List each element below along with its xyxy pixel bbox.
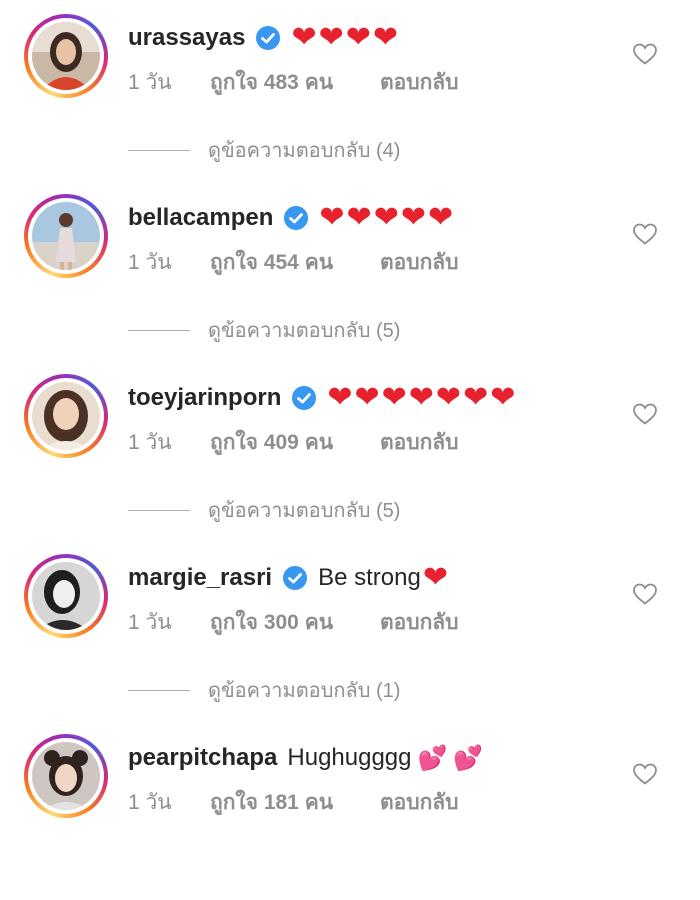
username[interactable]: bellacampen xyxy=(128,204,273,232)
heart-outline-icon[interactable] xyxy=(632,222,658,246)
heart-outline-icon[interactable] xyxy=(632,42,658,66)
comment-list: urassayas ❤ ❤ ❤ ❤ 1 วัน ถูกใจ 483 คน ตอบ… xyxy=(0,0,700,838)
heart-emoji: ❤ xyxy=(400,201,426,234)
view-replies-button[interactable]: ดูข้อความตอบกลับ (5) xyxy=(128,314,400,346)
comment-body: Be strong xyxy=(318,564,421,591)
reply-button[interactable]: ตอบกลับ xyxy=(380,426,459,459)
divider xyxy=(128,689,190,691)
view-replies-button[interactable]: ดูข้อความตอบกลับ (4) xyxy=(128,134,400,166)
divider xyxy=(128,149,190,151)
reply-button[interactable]: ตอบกลับ xyxy=(380,246,459,279)
comment-time: 1 วัน xyxy=(128,791,172,814)
heart-emoji: ❤ xyxy=(463,381,489,414)
avatar[interactable] xyxy=(24,734,108,818)
avatar[interactable] xyxy=(24,194,108,278)
view-replies-label[interactable]: ดูข้อความตอบกลับ (4) xyxy=(208,134,400,166)
verified-badge-icon xyxy=(255,25,281,51)
divider xyxy=(128,509,190,511)
divider xyxy=(128,329,190,331)
avatar-photo-icon xyxy=(32,742,100,810)
heart-outline-icon[interactable] xyxy=(632,402,658,426)
two-hearts-emoji: 💕 xyxy=(453,744,484,772)
avatar[interactable] xyxy=(24,374,108,458)
comment-emoji: ❤ ❤ ❤ ❤ ❤ ❤ ❤ xyxy=(327,383,517,413)
verified-badge-icon xyxy=(282,565,308,591)
comment-time: 1 วัน xyxy=(128,71,172,94)
heart-emoji: ❤ xyxy=(319,201,345,234)
username[interactable]: toeyjarinporn xyxy=(128,384,281,412)
verified-badge-icon xyxy=(283,205,309,231)
view-replies-label[interactable]: ดูข้อความตอบกลับ (5) xyxy=(208,314,400,346)
likes-count[interactable]: ถูกใจ 409 คน xyxy=(210,426,380,459)
comment-time: 1 วัน xyxy=(128,251,172,274)
heart-outline-icon[interactable] xyxy=(632,582,658,606)
view-replies-label[interactable]: ดูข้อความตอบกลับ (5) xyxy=(208,494,400,526)
two-hearts-emoji: 💕 xyxy=(417,744,448,772)
comment-item: bellacampen ❤ ❤ ❤ ❤ ❤ 1 วัน ถูกใจ 454 คน… xyxy=(0,180,700,360)
reply-button[interactable]: ตอบกลับ xyxy=(380,786,459,819)
likes-count[interactable]: ถูกใจ 300 คน xyxy=(210,606,380,639)
heart-emoji: ❤ xyxy=(372,21,398,54)
avatar-photo-icon xyxy=(32,22,100,90)
heart-emoji: ❤ xyxy=(381,381,407,414)
comment-item: toeyjarinporn ❤ ❤ ❤ ❤ ❤ ❤ ❤ 1 วัน ถูกใจ … xyxy=(0,360,700,540)
username[interactable]: urassayas xyxy=(128,24,245,52)
likes-count[interactable]: ถูกใจ 454 คน xyxy=(210,246,380,279)
heart-emoji: ❤ xyxy=(346,201,372,234)
view-replies-label[interactable]: ดูข้อความตอบกลับ (1) xyxy=(208,674,400,706)
username[interactable]: pearpitchapa xyxy=(128,744,277,772)
heart-emoji: ❤ xyxy=(291,21,317,54)
comment-text: Hughugggg 💕 💕 xyxy=(287,744,483,773)
comment-time: 1 วัน xyxy=(128,611,172,634)
heart-outline-icon[interactable] xyxy=(632,762,658,786)
heart-emoji: ❤ xyxy=(427,201,454,234)
avatar[interactable] xyxy=(24,14,108,98)
comment-item: pearpitchapa Hughugggg 💕 💕 1 วัน ถูกใจ 1… xyxy=(0,720,700,900)
heart-emoji: ❤ xyxy=(345,21,371,54)
avatar-photo-icon xyxy=(32,562,100,630)
heart-emoji: ❤ xyxy=(318,21,344,54)
likes-count[interactable]: ถูกใจ 181 คน xyxy=(210,786,380,819)
avatar[interactable] xyxy=(24,554,108,638)
comment-emoji: ❤ ❤ ❤ ❤ xyxy=(291,23,400,53)
comment-time: 1 วัน xyxy=(128,431,172,454)
comment-text: Be strong ❤ xyxy=(318,563,450,593)
view-replies-button[interactable]: ดูข้อความตอบกลับ (1) xyxy=(128,674,400,706)
avatar-photo-icon xyxy=(32,202,100,270)
heart-emoji: ❤ xyxy=(354,381,380,414)
avatar-photo-icon xyxy=(32,382,100,450)
comment-body: Hughugggg xyxy=(287,744,412,771)
likes-count[interactable]: ถูกใจ 483 คน xyxy=(210,66,380,99)
heart-emoji: ❤ xyxy=(422,561,448,594)
heart-emoji: ❤ xyxy=(327,381,353,414)
comment-item: urassayas ❤ ❤ ❤ ❤ 1 วัน ถูกใจ 483 คน ตอบ… xyxy=(0,0,700,180)
view-replies-button[interactable]: ดูข้อความตอบกลับ (5) xyxy=(128,494,400,526)
heart-emoji: ❤ xyxy=(373,201,399,234)
comment-emoji: ❤ ❤ ❤ ❤ ❤ xyxy=(319,203,455,233)
verified-badge-icon xyxy=(291,385,317,411)
heart-emoji: ❤ xyxy=(408,381,434,414)
heart-emoji: ❤ xyxy=(490,381,516,414)
comment-item: margie_rasri Be strong ❤ 1 วัน ถูกใจ 300… xyxy=(0,540,700,720)
username[interactable]: margie_rasri xyxy=(128,564,272,592)
reply-button[interactable]: ตอบกลับ xyxy=(380,606,459,639)
heart-emoji: ❤ xyxy=(435,381,462,414)
reply-button[interactable]: ตอบกลับ xyxy=(380,66,459,99)
